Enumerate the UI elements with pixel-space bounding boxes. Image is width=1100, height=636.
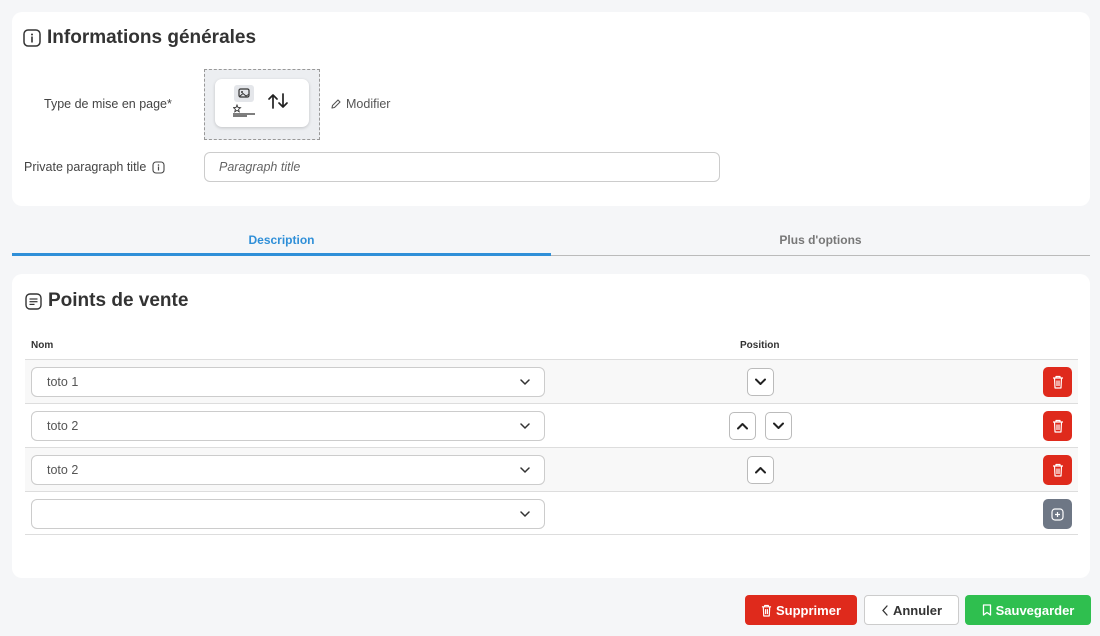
table-row: toto 1	[25, 359, 1078, 403]
trash-icon	[1052, 419, 1063, 433]
points-of-sale-title-text: Points de vente	[48, 290, 189, 311]
private-title-input[interactable]	[204, 152, 720, 182]
select-value: toto 2	[47, 463, 79, 477]
add-row-button[interactable]	[1043, 499, 1072, 529]
general-info-title: Informations générales	[23, 27, 256, 49]
select-value: toto 2	[47, 419, 79, 433]
select-value: toto 1	[47, 375, 79, 389]
chevron-down-icon	[520, 423, 530, 430]
modify-label: Modifier	[346, 97, 391, 111]
points-of-sale-card: Points de vente Nom Position toto 1 toto…	[12, 274, 1090, 578]
list-icon	[25, 292, 42, 310]
cancel-button-label: Annuler	[892, 602, 943, 618]
chevron-down-icon	[520, 467, 530, 474]
delete-row-button[interactable]	[1043, 367, 1072, 397]
move-up-button[interactable]	[747, 456, 774, 484]
column-header-name: Nom	[31, 340, 54, 351]
chevron-up-icon	[737, 423, 748, 430]
move-down-button[interactable]	[765, 412, 792, 440]
plus-square-icon	[1051, 507, 1064, 521]
save-button-label: Sauvegarder	[995, 602, 1075, 618]
info-icon[interactable]	[152, 160, 165, 174]
info-icon	[23, 29, 41, 47]
layout-type-label: Type de mise en page*	[44, 97, 172, 111]
pencil-icon	[331, 99, 341, 109]
chevron-down-icon	[520, 511, 530, 518]
private-title-label: Private paragraph title	[24, 160, 165, 174]
tab-description[interactable]: Description	[12, 224, 551, 256]
chevron-left-icon	[882, 604, 888, 616]
trash-icon	[1052, 463, 1063, 477]
point-of-sale-select[interactable]: toto 1	[31, 367, 545, 397]
save-button[interactable]: Sauvegarder	[965, 595, 1091, 625]
table-row: toto 2	[25, 403, 1078, 447]
layout-type-picker[interactable]	[204, 69, 320, 140]
chevron-up-icon	[755, 467, 766, 474]
new-point-of-sale-select[interactable]	[31, 499, 545, 529]
bookmark-icon	[982, 604, 991, 616]
trash-icon	[1052, 375, 1063, 389]
delete-button[interactable]: Supprimer	[745, 595, 857, 625]
point-of-sale-select[interactable]: toto 2	[31, 455, 545, 485]
layout-type-preview[interactable]	[215, 79, 309, 127]
cancel-button[interactable]: Annuler	[864, 595, 959, 625]
tab-bar: Description Plus d'options	[12, 224, 1090, 256]
general-info-title-text: Informations générales	[47, 27, 257, 48]
move-down-button[interactable]	[747, 368, 774, 396]
delete-row-button[interactable]	[1043, 411, 1072, 441]
table-row: toto 2	[25, 447, 1078, 491]
chevron-down-icon	[520, 379, 530, 386]
modify-layout-link[interactable]: Modifier	[330, 97, 390, 111]
private-title-label-text: Private paragraph title	[24, 160, 147, 174]
point-of-sale-select[interactable]: toto 2	[31, 411, 545, 441]
table-row	[25, 491, 1078, 535]
trash-icon	[761, 604, 772, 617]
sort-arrows-icon	[268, 93, 288, 109]
move-up-button[interactable]	[729, 412, 756, 440]
tab-more-options[interactable]: Plus d'options	[551, 224, 1090, 255]
points-of-sale-title: Points de vente	[25, 290, 188, 312]
general-info-card: Informations générales Type de mise en p…	[12, 12, 1090, 206]
delete-button-label: Supprimer	[775, 602, 841, 618]
image-icon	[233, 85, 255, 117]
column-header-position: Position	[740, 340, 780, 351]
chevron-down-icon	[773, 422, 784, 429]
chevron-down-icon	[755, 378, 766, 385]
delete-row-button[interactable]	[1043, 455, 1072, 485]
